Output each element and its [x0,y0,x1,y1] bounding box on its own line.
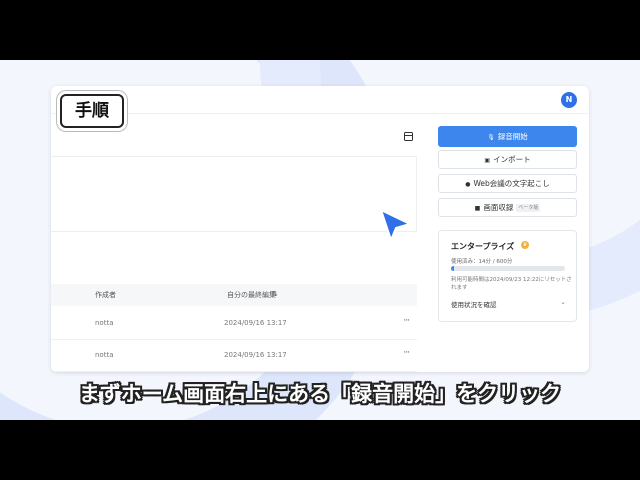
sort-icon[interactable]: ⇅ [272,290,278,298]
web-meeting-button[interactable]: ● Web会議の文字起こし [438,174,577,193]
screen-record-button[interactable]: ■ 画面収録 ベータ版 [438,198,577,217]
usage-text: 使用済み：14分 / 600分 [451,259,513,265]
column-creator[interactable]: 作成者 [95,290,116,300]
content-panel [51,156,417,232]
plan-title: エンタープライズ [451,242,515,251]
microphone-icon: 🎙 [487,133,495,141]
record-label: 録音開始 [497,132,528,141]
import-icon: ▣ [484,156,491,164]
step-badge: 手順 [60,94,124,128]
usage-progress-bar [451,266,565,271]
row-edited: 2024/09/16 13:17 [224,319,287,327]
avatar[interactable]: N [561,92,577,108]
usage-details-link[interactable]: 使用状況を確認 [451,299,497,309]
row-creator: notta [95,319,114,327]
video-icon: ■ [474,204,481,212]
top-bar: N [51,86,589,114]
import-button[interactable]: ▣ インポート [438,150,577,169]
calendar-icon[interactable] [404,132,413,141]
cursor-arrow-icon [380,209,411,241]
table-row[interactable]: notta 2024/09/16 13:17 ··· [51,340,417,372]
web-meeting-label: Web会議の文字起こし [473,179,550,188]
record-button[interactable]: 🎙 録音開始 [438,126,577,147]
app-window: N 作成者 自分の最終編集 ⇅ notta 2024/09/16 13:17 ·… [51,86,589,372]
import-label: インポート [493,155,531,164]
column-last-edited[interactable]: 自分の最終編集 [227,290,276,300]
caption-text: まずホーム画面右上にある「録音開始」をクリック [78,382,562,406]
table-header: 作成者 自分の最終編集 ⇅ [51,284,417,306]
more-icon[interactable]: ··· [403,316,410,326]
meeting-icon: ● [465,180,471,188]
crown-icon: ♛ [521,241,529,249]
beta-badge: ベータ版 [516,204,541,212]
plan-card: エンタープライズ ♛ 使用済み：14分 / 600分 利用可能時間は2024/0… [438,230,577,322]
reset-text: 利用可能時間は2024/09/23 12:22にリセットされます [451,277,572,291]
usage-progress-fill [451,266,454,271]
screen-record-label: 画面収録 [483,203,514,212]
video-frame: N 作成者 自分の最終編集 ⇅ notta 2024/09/16 13:17 ·… [0,60,640,420]
row-edited: 2024/09/16 13:17 [224,351,287,359]
more-icon[interactable]: ··· [403,348,410,358]
row-creator: notta [95,351,114,359]
step-label: 手順 [75,101,109,121]
chevron-down-icon[interactable]: ⌄ [560,298,566,306]
table-row[interactable]: notta 2024/09/16 13:17 ··· [51,308,417,340]
